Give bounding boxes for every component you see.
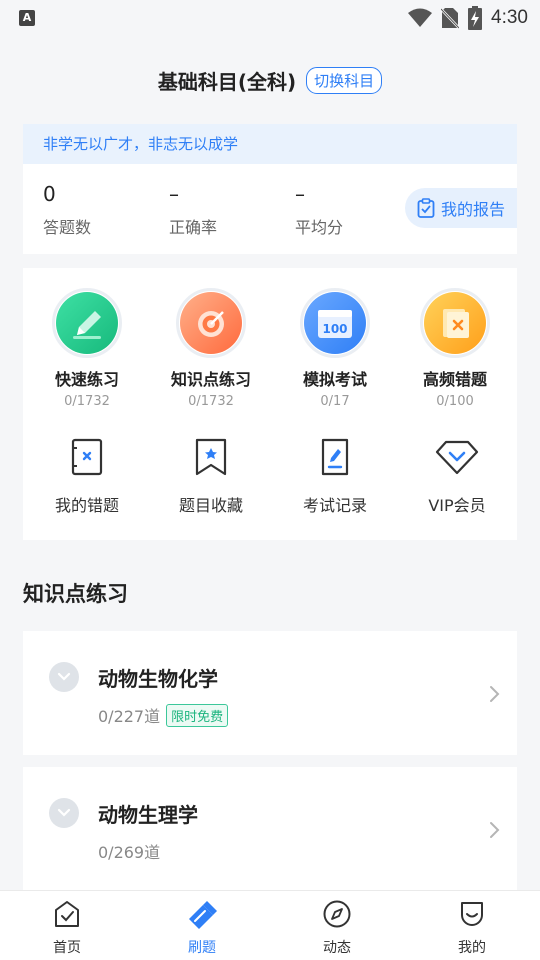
calendar-100-icon: 100 xyxy=(318,310,352,338)
topic-progress: 0/269道 xyxy=(98,839,160,863)
svg-text:100: 100 xyxy=(322,322,347,336)
stat-answered-label: 答题数 xyxy=(43,218,92,237)
feature-label: 模拟考试 xyxy=(302,370,367,389)
feature-quick-practice[interactable]: 快速练习 0/1732 xyxy=(31,288,143,409)
pencil-icon xyxy=(73,311,101,339)
feature-label: 快速练习 xyxy=(54,370,119,389)
feature-count: 0/100 xyxy=(436,394,474,409)
my-report-label: 我的报告 xyxy=(441,200,506,219)
topic-count: 0/269道 xyxy=(98,843,161,862)
feature-count: 0/1732 xyxy=(188,394,234,409)
tool-label: 题目收藏 xyxy=(178,496,243,515)
tool-label: 考试记录 xyxy=(302,496,367,515)
feature-count: 0/17 xyxy=(320,394,350,409)
tool-label: 我的错题 xyxy=(54,496,119,515)
tab-feed[interactable]: 动态 xyxy=(297,899,377,957)
tool-vip[interactable]: VIP会员 xyxy=(401,436,513,516)
feature-knowledge-practice[interactable]: 知识点练习 0/1732 xyxy=(155,288,267,409)
tab-label: 刷题 xyxy=(188,940,216,956)
battery-charging-icon xyxy=(468,6,483,30)
stat-average: – 平均分 xyxy=(295,182,405,238)
compass-icon xyxy=(323,900,351,928)
no-sim-icon xyxy=(441,8,460,29)
tool-label: VIP会员 xyxy=(428,496,486,515)
tab-label: 我的 xyxy=(458,940,486,956)
free-badge: 限时免费 xyxy=(166,703,229,727)
topic-item[interactable]: 动物生物化学 0/227道 限时免费 xyxy=(23,631,517,755)
chevron-down-icon xyxy=(57,808,71,817)
my-report-button[interactable]: 我的报告 xyxy=(405,188,517,228)
motto-banner: 非学无以广才，非志无以成学 xyxy=(23,124,517,164)
stat-answered-value: 0 xyxy=(43,182,56,206)
home-check-icon xyxy=(55,901,79,927)
bottom-tab-bar: 首页 刷题 动态 我的 xyxy=(0,890,540,960)
diamond-icon xyxy=(435,440,479,475)
practice-menu: 快速练习 0/1732 知识点练习 0/1732 100 模拟考试 0/17 高… xyxy=(23,268,517,540)
section-title: 知识点练习 xyxy=(23,582,128,606)
switch-subject-button[interactable]: 切换科目 xyxy=(306,66,383,94)
tool-my-wrong-questions[interactable]: 我的错题 xyxy=(31,436,143,516)
expand-toggle[interactable] xyxy=(49,662,79,692)
topic-name: 动物生理学 xyxy=(98,803,198,827)
stats-card: 非学无以广才，非志无以成学 0 答题数 – 正确率 – 平均分 我的报告 xyxy=(23,124,517,254)
error-book-icon xyxy=(443,309,469,338)
stat-average-value: – xyxy=(295,182,305,206)
topic-item[interactable]: 动物生理学 0/269道 xyxy=(23,767,517,891)
status-icons: 4:30 xyxy=(408,6,528,30)
tab-label: 动态 xyxy=(323,940,351,956)
profile-icon xyxy=(461,902,483,926)
stat-accuracy: – 正确率 xyxy=(169,182,279,238)
exam-record-icon xyxy=(321,438,349,476)
tab-practice[interactable]: 刷题 xyxy=(162,899,242,957)
stat-average-label: 平均分 xyxy=(295,218,344,237)
target-icon xyxy=(198,311,224,337)
wifi-icon xyxy=(408,8,433,27)
subject-title: 基础科目(全科) xyxy=(157,69,297,94)
page-header: 基础科目(全科) 切换科目 xyxy=(0,60,540,100)
stat-accuracy-value: – xyxy=(169,182,179,206)
tab-profile[interactable]: 我的 xyxy=(432,899,512,957)
feature-label: 高频错题 xyxy=(422,370,487,389)
expand-toggle[interactable] xyxy=(49,798,79,828)
chevron-right-icon xyxy=(490,686,500,702)
stat-accuracy-label: 正确率 xyxy=(169,218,218,237)
status-bar: A 4:30 xyxy=(0,0,540,36)
tab-label: 首页 xyxy=(53,940,81,956)
status-time: 4:30 xyxy=(491,7,528,28)
topic-progress: 0/227道 限时免费 xyxy=(98,703,229,727)
brush-icon xyxy=(189,901,217,929)
report-clipboard-icon xyxy=(417,198,435,218)
tool-exam-records[interactable]: 考试记录 xyxy=(279,436,391,516)
feature-count: 0/1732 xyxy=(64,394,110,409)
topic-count: 0/227道 xyxy=(98,707,161,726)
chevron-down-icon xyxy=(57,672,71,681)
chevron-right-icon xyxy=(490,822,500,838)
feature-mock-exam[interactable]: 100 模拟考试 0/17 xyxy=(279,288,391,409)
feature-label: 知识点练习 xyxy=(170,370,251,389)
topic-name: 动物生物化学 xyxy=(98,667,218,691)
wrong-book-icon xyxy=(71,438,103,476)
stat-answered: 0 答题数 xyxy=(43,182,153,238)
feature-frequent-errors[interactable]: 高频错题 0/100 xyxy=(399,288,511,409)
bookmark-star-icon xyxy=(195,438,227,476)
app-notification-icon: A xyxy=(19,10,35,26)
tool-favorites[interactable]: 题目收藏 xyxy=(155,436,267,516)
tab-home[interactable]: 首页 xyxy=(27,899,107,957)
